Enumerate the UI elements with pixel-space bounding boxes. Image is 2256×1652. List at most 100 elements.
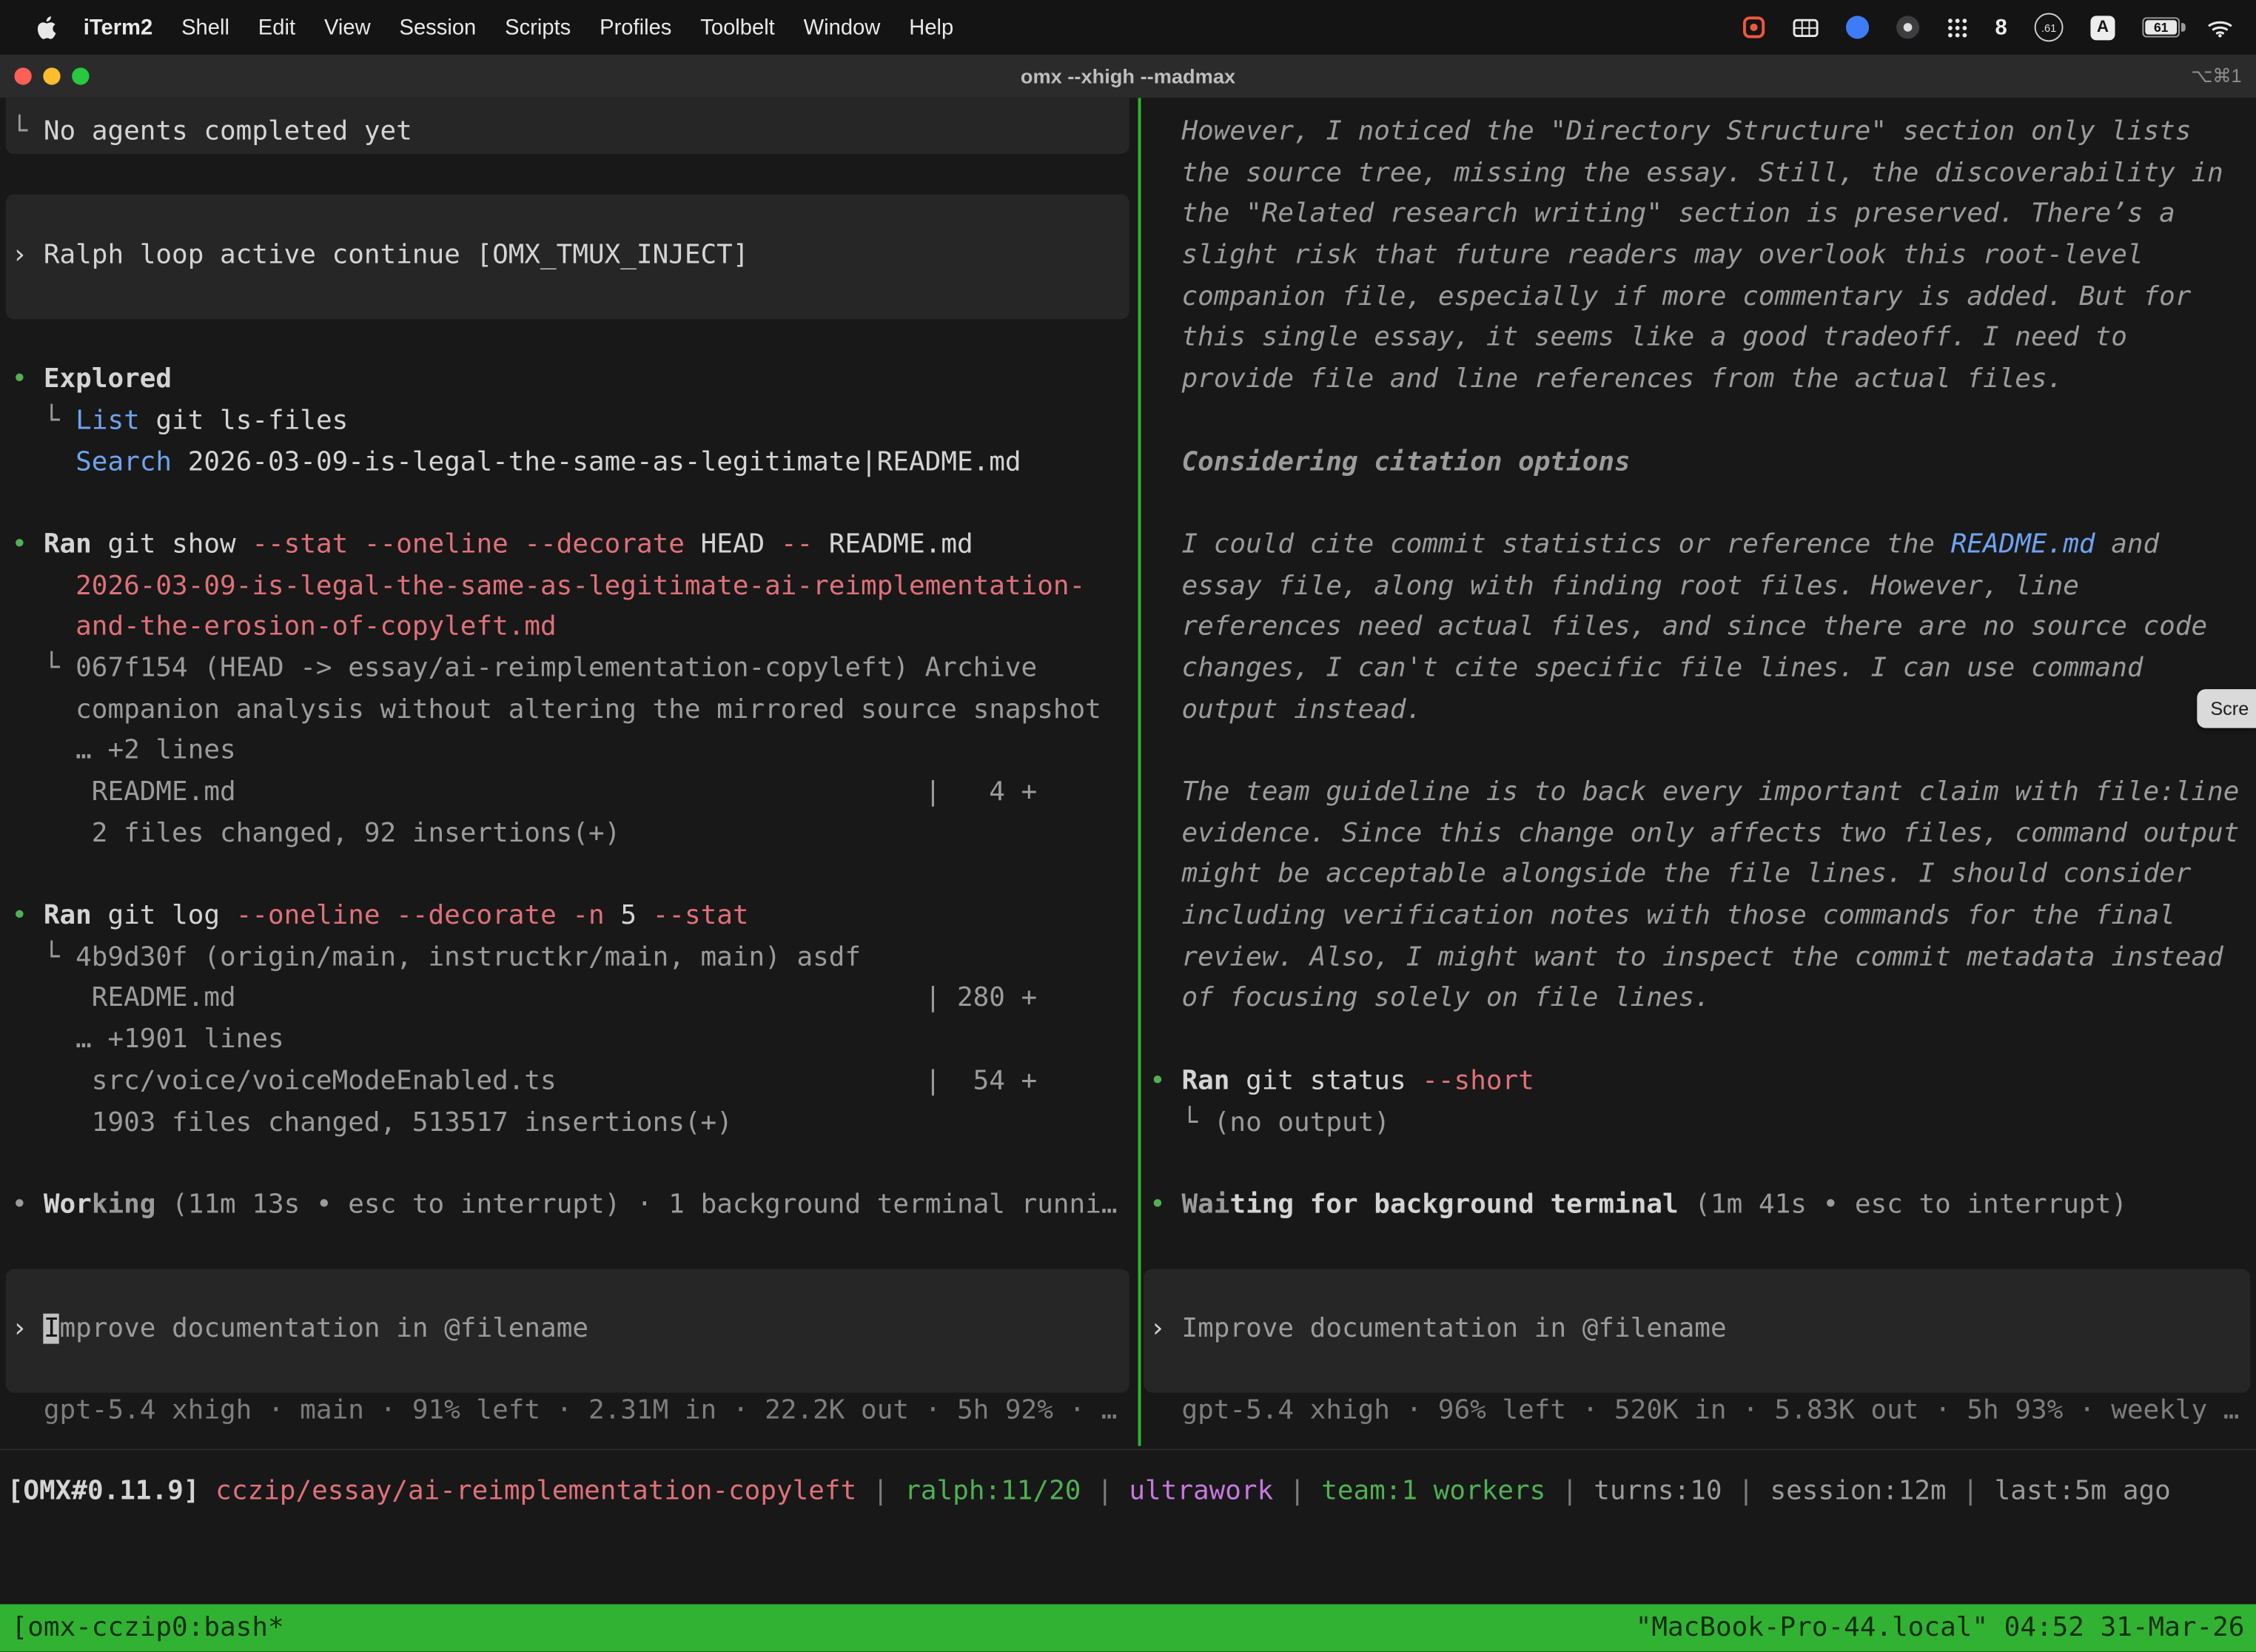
menu-shell[interactable]: Shell (167, 15, 244, 39)
terminal-line: └ (no output) (1149, 1103, 2256, 1144)
terminal-line: gpt-5.4 xhigh · main · 91% left · 2.31M … (12, 1391, 1138, 1433)
terminal-line: src/voice/voiceModeEnabled.ts | 54 + (12, 1061, 1138, 1103)
terminal-line: However, I noticed the "Directory Struct… (1149, 113, 2256, 154)
menu-edit[interactable]: Edit (244, 15, 309, 39)
terminal-line (12, 278, 1138, 319)
app-glyph-icon[interactable]: 8 (1995, 15, 2007, 39)
terminal-line: … +2 lines (12, 731, 1138, 773)
tmux-status-bar: [omx-cczip0:bash* "MacBook-Pro-44.local"… (0, 1604, 2256, 1651)
menu-window[interactable]: Window (789, 15, 895, 39)
window-title-bar: omx --xhigh --madmax ⌥⌘1 (0, 55, 2256, 98)
terminal-line (12, 1351, 1138, 1392)
terminal-line (12, 318, 1138, 360)
zoom-window-button[interactable] (72, 67, 89, 84)
terminal-line: Search 2026-03-09-is-legal-the-same-as-l… (12, 443, 1138, 484)
terminal-line: and-the-erosion-of-copyleft.md (12, 608, 1138, 649)
terminal-line (1149, 1351, 2256, 1392)
screen-overlay-button[interactable]: Scre (2198, 689, 2256, 728)
terminal-line (1149, 1144, 2256, 1186)
terminal-line: README.md | 280 + (12, 979, 1138, 1021)
terminal-line: • Ran git show --stat --oneline --decora… (12, 525, 1138, 566)
terminal-line: └ 4b9d30f (origin/main, instructkr/main,… (12, 938, 1138, 979)
terminal-line: provide file and line references from th… (1149, 360, 2256, 401)
window-title: omx --xhigh --madmax (0, 64, 2256, 87)
terminal-line: output instead. (1149, 690, 2256, 731)
right-pane-lines: However, I noticed the "Directory Struct… (1141, 98, 2256, 1433)
close-window-button[interactable] (14, 67, 31, 84)
terminal-line: review. Also, I might want to inspect th… (1149, 938, 2256, 979)
terminal-line: references need actual files, and since … (1149, 608, 2256, 649)
status-separator (0, 1448, 2256, 1450)
terminal-line: • Working (11m 13s • esc to interrupt) ·… (12, 1186, 1138, 1227)
terminal-line (1149, 1268, 2256, 1309)
terminal-line: of focusing solely on file lines. (1149, 979, 2256, 1021)
terminal-line: └ List git ls-files (12, 401, 1138, 443)
terminal-line (12, 195, 1138, 236)
wifi-icon[interactable] (2207, 16, 2233, 38)
terminal-line: • Explored (12, 360, 1138, 401)
apple-menu-icon[interactable] (26, 15, 69, 39)
terminal-line: the "Related research writing" section i… (1149, 195, 2256, 236)
menu-scripts[interactable]: Scripts (491, 15, 585, 39)
terminal-line: › Improve documentation in @filename (1149, 1309, 2256, 1351)
terminal-line: › Ralph loop active continue [OMX_TMUX_I… (12, 236, 1138, 278)
terminal-line: └ No agents completed yet (12, 113, 1138, 154)
blue-app-icon[interactable] (1845, 16, 1868, 38)
menu-view[interactable]: View (310, 15, 386, 39)
grid-app-icon[interactable] (1792, 18, 1818, 36)
cpu-gauge-icon[interactable]: .61 (2035, 13, 2064, 41)
terminal-line: this single essay, it seems like a good … (1149, 318, 2256, 360)
menu-toolbelt[interactable]: Toolbelt (686, 15, 789, 39)
terminal-line: the source tree, missing the essay. Stil… (1149, 153, 2256, 195)
menu-session[interactable]: Session (385, 15, 491, 39)
omx-status-line: [OMX#0.11.9] cczip/essay/ai-reimplementa… (0, 1472, 2171, 1514)
terminal-line: • Ran git log --oneline --decorate -n 5 … (12, 896, 1138, 938)
terminal-line (12, 1226, 1138, 1268)
dark-app-icon[interactable] (1896, 16, 1918, 38)
terminal-line: • Waiting for background terminal (1m 41… (1149, 1186, 2256, 1227)
input-source-icon[interactable]: A (2090, 15, 2115, 39)
terminal-line: companion file, especially if more comme… (1149, 278, 2256, 319)
terminal-line (1149, 401, 2256, 443)
terminal-line: └ 067f154 (HEAD -> essay/ai-reimplementa… (12, 649, 1138, 691)
terminal-line: 2 files changed, 92 insertions(+) (12, 814, 1138, 856)
tmux-host-clock: "MacBook-Pro-44.local" 04:52 31-Mar-26 (1636, 1613, 2245, 1643)
minimize-window-button[interactable] (43, 67, 60, 84)
terminal-line: including verification notes with those … (1149, 896, 2256, 938)
tmux-session-info: [omx-cczip0:bash* (12, 1613, 284, 1643)
right-pane: However, I noticed the "Directory Struct… (1141, 98, 2256, 1604)
terminal-line: 2026-03-09-is-legal-the-same-as-legitima… (12, 566, 1138, 608)
terminal-line: slight risk that future readers may over… (1149, 236, 2256, 278)
terminal-line (1149, 731, 2256, 773)
terminal-line (1149, 484, 2256, 526)
input-source-letter: A (2097, 19, 2109, 36)
terminal-line: essay file, along with finding root file… (1149, 566, 2256, 608)
dots-grid-icon[interactable] (1946, 16, 1967, 38)
terminal-line: Considering citation options (1149, 443, 2256, 484)
terminal-line: changes, I can't cite specific file line… (1149, 649, 2256, 691)
screen-recording-indicator-icon[interactable] (1742, 16, 1765, 38)
terminal-line: companion analysis without altering the … (12, 690, 1138, 731)
menu-help[interactable]: Help (895, 15, 968, 39)
terminal-line: gpt-5.4 xhigh · 96% left · 520K in · 5.8… (1149, 1391, 2256, 1433)
battery-icon[interactable]: 61 (2142, 17, 2180, 37)
terminal-line: • Ran git status --short (1149, 1061, 2256, 1103)
terminal-line (12, 855, 1138, 896)
terminal-line (1149, 1226, 2256, 1268)
menu-app-name[interactable]: iTerm2 (69, 15, 167, 39)
cpu-gauge-value: .61 (2041, 21, 2056, 33)
terminal-line (12, 1144, 1138, 1186)
menu-profiles[interactable]: Profiles (585, 15, 686, 39)
tmux-window-shortcut: ⌥⌘1 (2191, 64, 2241, 87)
left-pane-lines: └ No agents completed yet › Ralph loop ac… (0, 98, 1138, 1433)
menu-bar-left: iTerm2 Shell Edit View Session Scripts P… (0, 0, 968, 55)
menu-bar: iTerm2 Shell Edit View Session Scripts P… (0, 0, 2256, 55)
battery-percent: 61 (2143, 19, 2178, 36)
terminal-line: … +1901 lines (12, 1020, 1138, 1061)
terminal-line: [OMX#0.11.9] cczip/essay/ai-reimplementa… (7, 1472, 2171, 1514)
menu-bar-status-icons: 8 .61 A 61 (1742, 13, 2256, 41)
terminal-line: The team guideline is to back every impo… (1149, 773, 2256, 814)
terminal-line (12, 1268, 1138, 1309)
terminal-line: I could cite commit statistics or refere… (1149, 525, 2256, 566)
terminal-line: might be acceptable alongside the file l… (1149, 855, 2256, 896)
